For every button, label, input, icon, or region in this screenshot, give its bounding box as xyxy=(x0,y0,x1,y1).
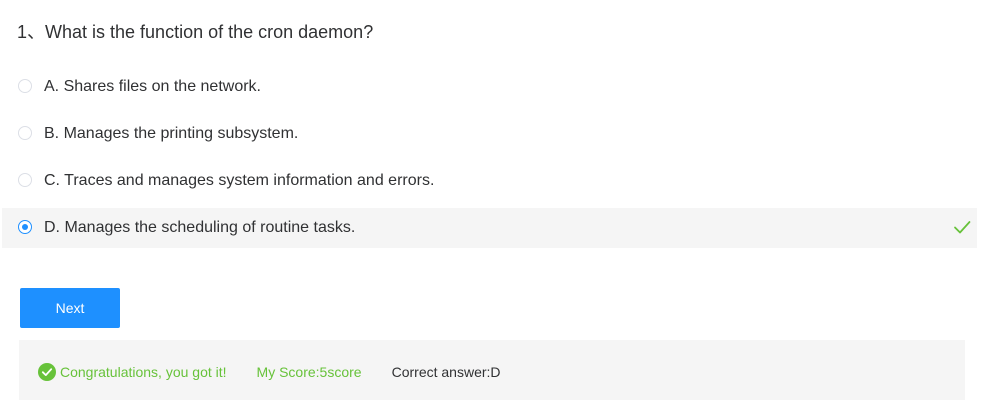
option-b-label: B. Manages the printing subsystem. xyxy=(44,125,299,142)
radio-button-a[interactable] xyxy=(18,79,32,93)
radio-button-b[interactable] xyxy=(18,126,32,140)
answer-options: A. Shares files on the network. B. Manag… xyxy=(2,67,977,255)
option-b[interactable]: B. Manages the printing subsystem. xyxy=(2,114,977,154)
radio-button-d[interactable] xyxy=(18,220,32,234)
option-a-label: A. Shares files on the network. xyxy=(44,78,261,95)
radio-button-c[interactable] xyxy=(18,173,32,187)
option-c-label: C. Traces and manages system information… xyxy=(44,172,435,189)
option-c[interactable]: C. Traces and manages system information… xyxy=(2,161,977,201)
option-d[interactable]: D. Manages the scheduling of routine tas… xyxy=(2,208,977,248)
congrats-message: Congratulations, you got it! xyxy=(60,364,227,380)
my-score: My Score:5score xyxy=(256,364,362,380)
question-title: 1、What is the function of the cron daemo… xyxy=(17,22,374,42)
check-circle-icon xyxy=(38,363,56,381)
option-a[interactable]: A. Shares files on the network. xyxy=(2,67,977,107)
next-button[interactable]: Next xyxy=(20,288,120,328)
correct-answer: Correct answer:D xyxy=(391,364,501,380)
option-d-label: D. Manages the scheduling of routine tas… xyxy=(44,219,356,236)
checkmark-icon xyxy=(954,221,971,234)
result-panel: Congratulations, you got it! My Score:5s… xyxy=(19,340,965,400)
result-line: Congratulations, you got it! My Score:5s… xyxy=(38,362,501,382)
